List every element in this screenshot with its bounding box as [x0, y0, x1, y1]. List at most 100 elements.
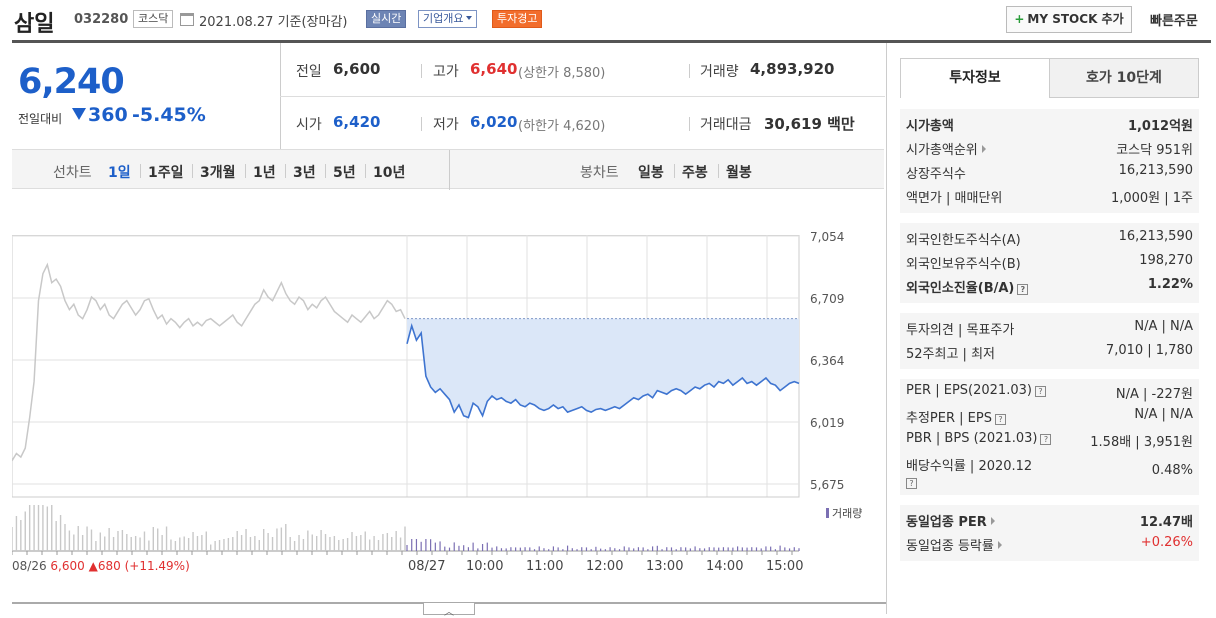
info-key: 투자의견 | 목표주가 — [906, 323, 1015, 338]
info-value: N/A | -227원 — [1115, 387, 1193, 402]
high-label: 고가 — [433, 64, 459, 80]
period-5y[interactable]: 5년 — [333, 162, 356, 182]
market-badge: 코스닥 — [133, 10, 174, 28]
help-icon[interactable]: ? — [1034, 386, 1046, 397]
chevron-up-icon[interactable]: ︿ — [423, 603, 475, 618]
divider — [280, 96, 885, 97]
help-icon[interactable]: ? — [1040, 434, 1052, 445]
change-amount: 360 — [88, 104, 128, 126]
upper-limit: (상한가 8,580) — [518, 66, 606, 81]
prev-day-pct: (+11.49%) — [124, 559, 190, 573]
volume-legend-label: 거래량 — [832, 507, 863, 520]
info-key: 동일업종 PER — [906, 511, 995, 530]
x-tick: 13:00 — [646, 559, 684, 574]
info-row: 52주최고 | 최저 7,010 | 1,780 — [900, 340, 1199, 364]
info-group-market: 시가총액 1,012억원 시가총액순위 코스닥 951위 상장주식수 16,213,5… — [900, 109, 1199, 213]
period-3m[interactable]: 3개월 — [200, 162, 236, 182]
info-value: N/A | N/A — [1134, 407, 1193, 422]
change-percent: -5.45% — [132, 104, 206, 126]
help-icon[interactable]: ? — [1017, 284, 1029, 295]
info-key: 상장주식수 — [906, 167, 966, 182]
change-label: 전일대비 — [18, 112, 63, 126]
candle-daily[interactable]: 일봉 — [638, 162, 664, 182]
div-label: 배당수익률 | 2020.12 — [906, 459, 1033, 474]
calendar-icon — [180, 13, 194, 26]
volume-value: 4,893,920 — [750, 60, 835, 78]
info-value: 198,270 — [1139, 253, 1193, 268]
open-label: 시가 — [296, 117, 322, 133]
period-bar: 선차트 1일 1주일 3개월 1년 3년 5년 10년 봉차트 일봉 주봉 월봉 — [12, 149, 884, 190]
help-icon[interactable]: ? — [994, 414, 1006, 425]
foreign-ratio-label: 외국인소진율(B/A) — [906, 281, 1015, 296]
divider — [689, 64, 690, 78]
info-row: PER | EPS(2021.03)? N/A | -227원 — [900, 380, 1199, 404]
line-chart-label: 선차트 — [53, 165, 92, 181]
prev-day-price: 6,600 — [50, 559, 85, 573]
info-key: PER | EPS(2021.03)? — [906, 383, 1046, 398]
info-group-opinion: 투자의견 | 목표주가 N/A | N/A 52주최고 | 최저 7,010 | 1… — [900, 313, 1199, 369]
tab-invest-info[interactable]: 투자정보 — [900, 58, 1050, 98]
info-group-foreign: 외국인한도주식수(A) 16,213,590 외국인보유주식수(B) 198,270… — [900, 223, 1199, 303]
quick-order-link[interactable]: 빠른주문 — [1150, 10, 1198, 29]
down-triangle-icon — [72, 108, 86, 120]
divider — [421, 64, 422, 78]
info-key: 52주최고 | 최저 — [906, 347, 995, 362]
info-row: 상장주식수 16,213,590 — [900, 160, 1199, 184]
current-price: 6,240 — [18, 62, 125, 102]
period-1w[interactable]: 1주일 — [148, 162, 184, 182]
low-label: 저가 — [433, 117, 459, 133]
period-1y[interactable]: 1년 — [253, 162, 276, 182]
info-value: N/A | N/A — [1134, 319, 1193, 334]
pbr-label: PBR | BPS (2021.03) — [906, 431, 1038, 446]
x-tick: 14:00 — [706, 559, 744, 574]
chevron-right-icon — [981, 145, 986, 153]
divider — [325, 164, 326, 178]
help-icon[interactable]: ? — [906, 478, 917, 489]
period-10y[interactable]: 10년 — [373, 162, 405, 182]
info-row: 동일업종 등락률 +0.26% — [900, 532, 1199, 556]
est-per-label: 추정PER | EPS — [906, 411, 992, 426]
prev-day-change: 680 — [97, 559, 121, 573]
up-triangle-icon: ▲ — [88, 559, 98, 573]
x-tick: 12:00 — [586, 559, 624, 574]
low-value: 6,020 — [470, 113, 518, 131]
x-tick: 10:00 — [466, 559, 504, 574]
divider — [421, 117, 422, 131]
period-3y[interactable]: 3년 — [293, 162, 316, 182]
info-row: 외국인한도주식수(A) 16,213,590 — [900, 226, 1199, 250]
candle-weekly[interactable]: 주봉 — [682, 162, 708, 182]
prev-close-label: 전일 — [296, 64, 322, 80]
corp-info-label: 기업개요 — [423, 12, 464, 25]
info-key: 시가총액 — [906, 119, 954, 134]
period-1d[interactable]: 1일 — [108, 162, 131, 182]
candle-monthly[interactable]: 월봉 — [726, 162, 752, 182]
amount-value: 30,619 백만 — [764, 115, 855, 133]
high-value: 6,640 — [470, 60, 518, 78]
info-panel: 투자정보 호가 10단계 시가총액 1,012억원 시가총액순위 코스닥 951위 … — [886, 43, 1211, 614]
info-key: 시가총액순위 — [906, 139, 986, 158]
divider — [192, 164, 193, 178]
tab-hoga[interactable]: 호가 10단계 — [1049, 58, 1199, 98]
lower-limit: (하한가 4,620) — [518, 119, 606, 134]
info-value: 코스닥 951위 — [1116, 143, 1193, 158]
volume-legend-swatch — [826, 508, 829, 518]
info-value: 1,000원 | 1주 — [1110, 191, 1193, 206]
per-label: PER | EPS(2021.03) — [906, 383, 1032, 398]
info-value: 7,010 | 1,780 — [1105, 343, 1193, 358]
sector-rate-label: 동일업종 등락률 — [906, 539, 994, 554]
info-row: 배당수익률 | 2020.12? 0.48% — [900, 452, 1199, 492]
realtime-button[interactable]: 실시간 — [366, 10, 407, 28]
stock-code: 032280 — [74, 12, 129, 27]
info-value: 1,012억원 — [1127, 119, 1193, 134]
rank-label: 시가총액순위 — [906, 143, 978, 158]
divider — [674, 164, 675, 178]
divider — [245, 164, 246, 178]
price-chart[interactable] — [12, 235, 886, 580]
info-value: 16,213,590 — [1118, 229, 1193, 244]
corp-info-dropdown[interactable]: 기업개요 — [418, 10, 478, 28]
info-row: 시가총액순위 코스닥 951위 — [900, 136, 1199, 160]
add-mystock-button[interactable]: + MY STOCK 추가 — [1006, 6, 1132, 33]
divider — [285, 164, 286, 178]
info-value: 1.58배 | 3,951원 — [1090, 435, 1193, 450]
warning-badge: 투자경고 — [492, 10, 543, 28]
